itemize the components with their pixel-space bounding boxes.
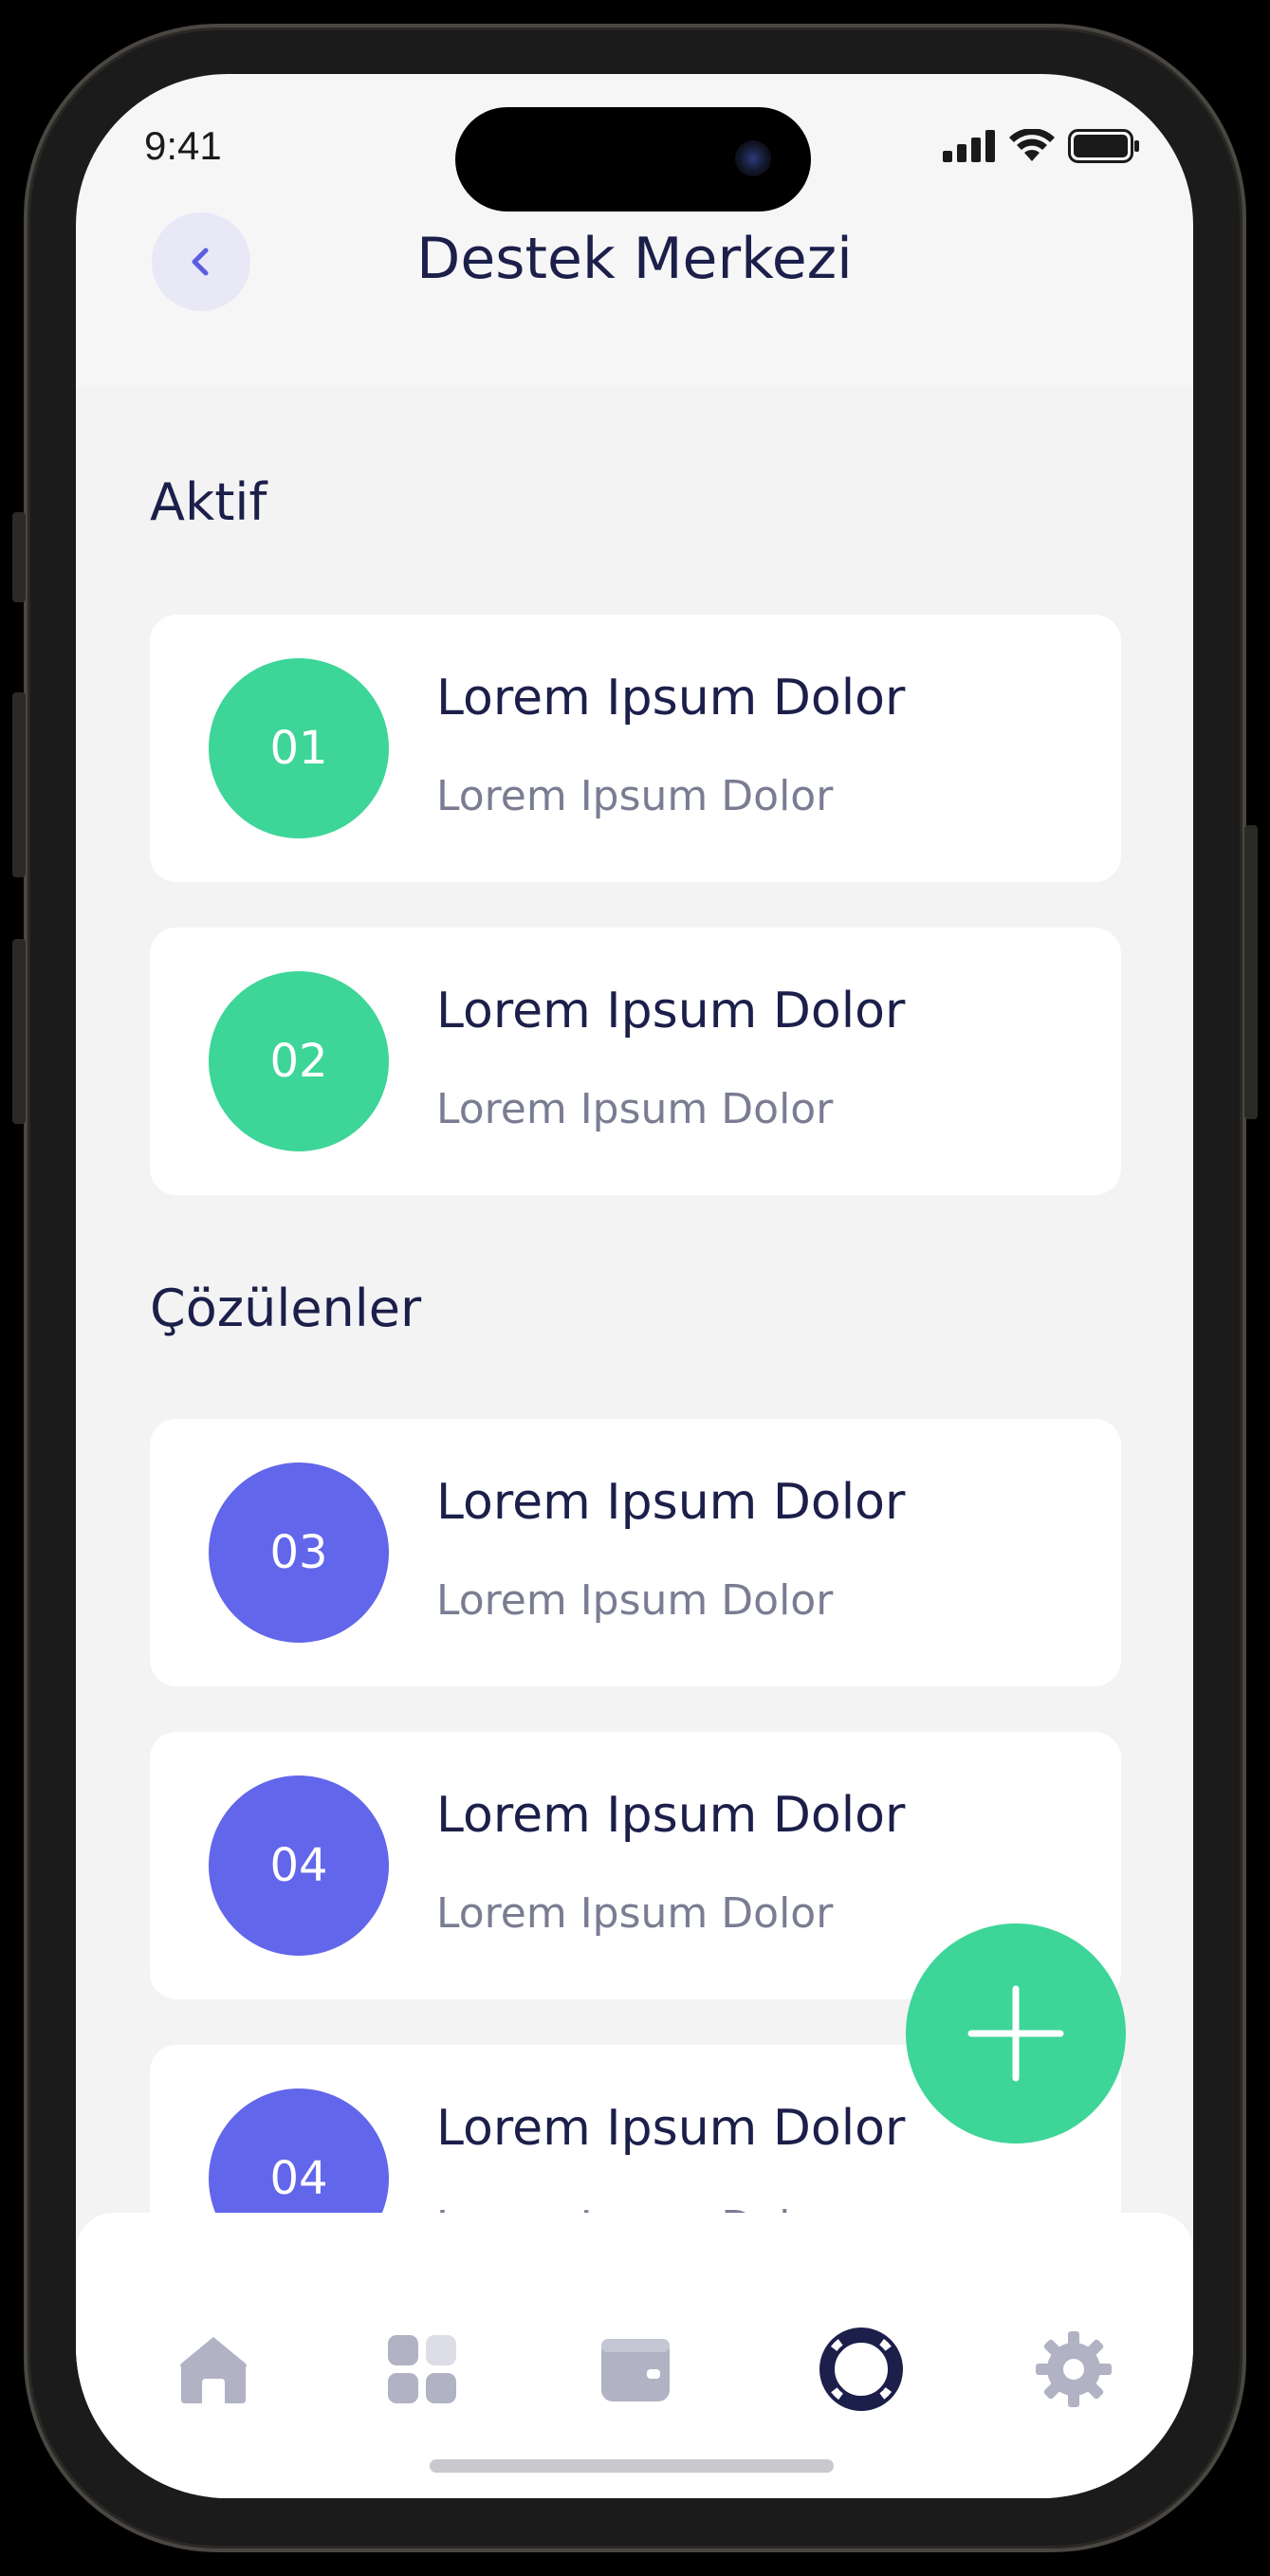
tab-settings[interactable] <box>1031 2327 1116 2412</box>
front-camera <box>735 140 771 176</box>
section-title-active: Aktif <box>150 472 267 532</box>
wifi-icon <box>1009 129 1055 161</box>
add-ticket-button[interactable] <box>906 1923 1126 2144</box>
silent-switch <box>12 512 26 602</box>
ticket-card[interactable]: 03 Lorem Ipsum Dolor Lorem Ipsum Dolor <box>150 1419 1121 1686</box>
ticket-card[interactable]: 02 Lorem Ipsum Dolor Lorem Ipsum Dolor <box>150 928 1121 1195</box>
ticket-title: Lorem Ipsum Dolor <box>436 2100 906 2157</box>
ticket-number-badge: 04 <box>209 1776 389 1956</box>
ticket-title: Lorem Ipsum Dolor <box>436 670 906 727</box>
lifebuoy-icon <box>819 2328 903 2411</box>
dynamic-island <box>455 107 811 212</box>
home-icon <box>180 2337 247 2403</box>
section-title-resolved: Çözülenler <box>150 1279 422 1338</box>
ticket-title: Lorem Ipsum Dolor <box>436 983 906 1040</box>
gear-icon <box>1036 2331 1112 2407</box>
ticket-number-badge: 01 <box>209 658 389 838</box>
ticket-card[interactable]: 01 Lorem Ipsum Dolor Lorem Ipsum Dolor <box>150 615 1121 882</box>
ticket-number-badge: 03 <box>209 1463 389 1643</box>
power-button <box>1244 825 1258 1119</box>
volume-down-button <box>12 939 26 1124</box>
tab-dashboard[interactable] <box>379 2327 465 2412</box>
ticket-title: Lorem Ipsum Dolor <box>436 1787 906 1844</box>
ticket-subtitle: Lorem Ipsum Dolor <box>436 1085 834 1133</box>
ticket-subtitle: Lorem Ipsum Dolor <box>436 772 834 820</box>
page-title: Destek Merkezi <box>416 226 853 292</box>
grid-icon <box>388 2335 456 2403</box>
ticket-subtitle: Lorem Ipsum Dolor <box>436 1576 834 1625</box>
status-time: 9:41 <box>144 123 222 168</box>
home-indicator[interactable] <box>430 2459 834 2473</box>
ticket-number-badge: 02 <box>209 971 389 1151</box>
cellular-signal-icon <box>943 130 995 162</box>
battery-icon <box>1068 129 1139 163</box>
bottom-tab-bar <box>76 2213 1193 2498</box>
ticket-title: Lorem Ipsum Dolor <box>436 1474 906 1531</box>
plus-icon <box>967 1985 1064 2082</box>
tab-home[interactable] <box>171 2327 256 2412</box>
tab-wallet[interactable] <box>593 2327 678 2412</box>
ticket-subtitle: Lorem Ipsum Dolor <box>436 1889 834 1938</box>
app-screen: 9:41 Destek Merkezi Aktif 01 Lorem Ipsum… <box>76 74 1193 2498</box>
status-icons <box>943 129 1140 163</box>
wallet-icon <box>601 2339 670 2401</box>
tab-support[interactable] <box>819 2327 904 2412</box>
volume-up-button <box>12 692 26 877</box>
